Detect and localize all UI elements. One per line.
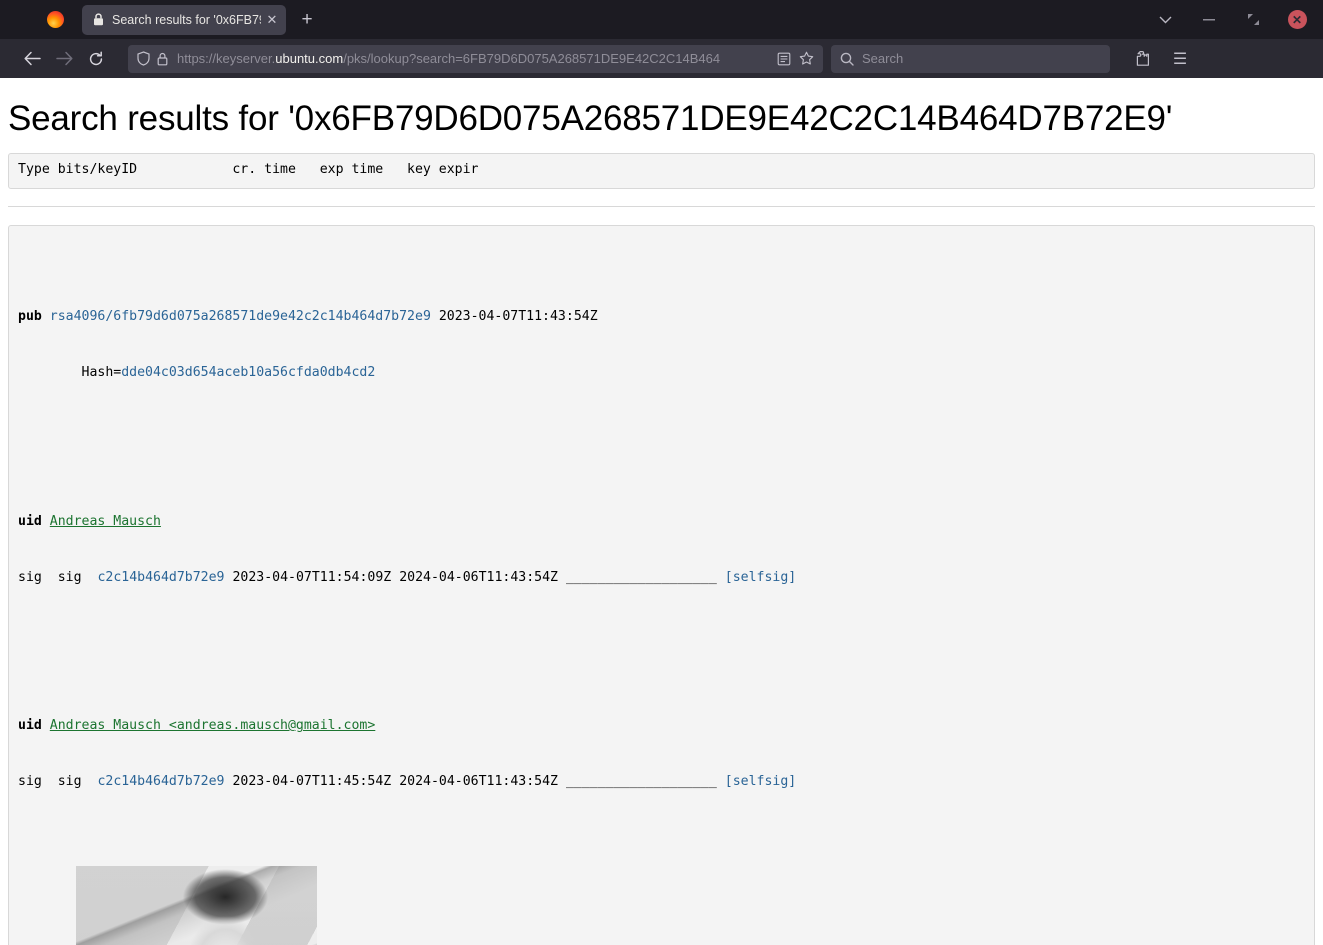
search-bar[interactable]: Search: [831, 44, 1110, 73]
content-divider: [8, 206, 1315, 207]
sig-row: sig sig c2c14b464d7b72e9 2023-04-07T11:5…: [18, 569, 1305, 588]
new-tab-button[interactable]: +: [293, 6, 321, 34]
back-button[interactable]: [16, 44, 48, 74]
close-icon: ✕: [1287, 10, 1307, 29]
browser-tab[interactable]: Search results for '0x6FB79 ✕: [82, 4, 286, 35]
sig-blank: ___________________: [565, 569, 717, 585]
sig-keyid-link[interactable]: c2c14b464d7b72e9: [97, 774, 224, 789]
lock-icon[interactable]: [157, 52, 168, 66]
uid-row: uid Andreas Mausch: [18, 513, 1305, 532]
url-scheme: https://keyserver.: [177, 51, 276, 66]
search-icon: [840, 52, 854, 66]
results-table-header: Type bits/keyID cr. time exp time key ex…: [8, 153, 1315, 189]
list-all-tabs-button[interactable]: [1143, 0, 1187, 39]
results-area: Type bits/keyID cr. time exp time key ex…: [0, 153, 1323, 945]
tab-strip: Search results for '0x6FB79 ✕ + ✕: [0, 0, 1323, 39]
sig-flag-link[interactable]: [selfsig]: [725, 570, 796, 585]
uid-label: uid: [18, 513, 42, 529]
navigation-toolbar: https://keyserver.ubuntu.com/pks/lookup?…: [0, 39, 1323, 78]
search-input[interactable]: Search: [862, 51, 903, 66]
app-menu-icon[interactable]: ☰: [1164, 44, 1196, 74]
sig-label: sig: [18, 774, 42, 790]
lock-icon: [93, 13, 104, 26]
sig-expires: 2024-04-06T11:43:54Z: [399, 569, 558, 585]
user-attribute-photo: [75, 866, 317, 945]
hash-label: Hash=: [81, 365, 122, 381]
pub-keyid-link[interactable]: rsa4096/6fb79d6d075a268571de9e42c2c14b46…: [50, 309, 431, 324]
uat-row: uat: [18, 866, 1305, 945]
uid-row: uid Andreas Mausch <andreas.mausch@gmail…: [18, 717, 1305, 736]
window-controls: ✕: [1143, 0, 1319, 39]
minimize-window-button[interactable]: [1187, 0, 1231, 39]
sig-blank: ___________________: [565, 774, 717, 790]
page-content: Search results for '0x6FB79D6D075A268571…: [0, 78, 1323, 945]
url-path: /pks/lookup?search=6FB79D6D075A268571DE9…: [343, 51, 721, 66]
firefox-logo-icon: [38, 0, 72, 39]
restore-window-button[interactable]: [1231, 0, 1275, 39]
sig-flag-link[interactable]: [selfsig]: [725, 774, 796, 789]
pub-created: 2023-04-07T11:43:54Z: [438, 309, 598, 325]
pub-key-row: pub rsa4096/6fb79d6d075a268571de9e42c2c1…: [18, 308, 1305, 327]
forward-button: [48, 44, 80, 74]
sig-expires: 2024-04-06T11:43:54Z: [399, 774, 558, 790]
reload-button[interactable]: [80, 44, 112, 74]
shield-icon[interactable]: [137, 51, 150, 66]
key-listing: pub rsa4096/6fb79d6d075a268571de9e42c2c1…: [8, 225, 1315, 945]
uid-name-link[interactable]: Andreas Mausch <andreas.mausch@gmail.com…: [50, 718, 376, 733]
tab-title: Search results for '0x6FB79: [112, 12, 261, 27]
extensions-icon[interactable]: [1126, 44, 1158, 74]
uid-label: uid: [18, 718, 42, 734]
bookmark-star-icon[interactable]: [795, 48, 817, 70]
page-title: Search results for '0x6FB79D6D075A268571…: [8, 99, 1173, 138]
pub-hash-row: Hash=dde04c03d654aceb10a56cfda0db4cd2: [18, 364, 1305, 383]
pub-label: pub: [18, 309, 42, 325]
sig-created: 2023-04-07T11:54:09Z: [232, 569, 392, 585]
sig-type: sig: [57, 774, 82, 790]
url-host: ubuntu.com: [275, 51, 344, 66]
tab-close-icon[interactable]: ✕: [263, 11, 281, 29]
uid-name-link[interactable]: Andreas Mausch: [50, 514, 161, 529]
browser-window: Search results for '0x6FB79 ✕ + ✕ https:…: [0, 0, 1323, 945]
sig-created: 2023-04-07T11:45:54Z: [232, 774, 392, 790]
url-bar[interactable]: https://keyserver.ubuntu.com/pks/lookup?…: [128, 44, 823, 73]
sig-row: sig sig c2c14b464d7b72e9 2023-04-07T11:4…: [18, 773, 1305, 792]
sig-type: sig: [57, 569, 82, 585]
url-text[interactable]: https://keyserver.ubuntu.com/pks/lookup?…: [177, 51, 773, 66]
reader-mode-icon[interactable]: [773, 48, 795, 70]
hash-value-link[interactable]: dde04c03d654aceb10a56cfda0db4cd2: [121, 365, 375, 380]
sig-label: sig: [18, 569, 42, 585]
close-window-button[interactable]: ✕: [1275, 0, 1319, 39]
sig-keyid-link[interactable]: c2c14b464d7b72e9: [97, 570, 224, 585]
